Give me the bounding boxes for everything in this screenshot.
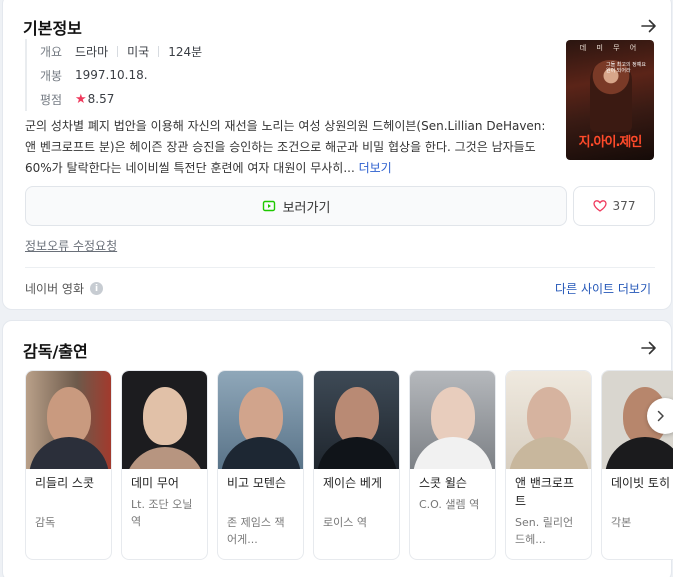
watch-label: 보러가기	[282, 200, 331, 216]
avatar	[218, 371, 303, 469]
cast-list: 리들리 스콧 감독 데미 무어 Lt. 조단 오닐 역 비고 모텐슨 존 제임스…	[25, 370, 673, 570]
avatar	[122, 371, 207, 469]
runtime-value: 124분	[168, 44, 203, 59]
poster-title: 지.아이.제인	[578, 135, 643, 150]
poster-top-text: 데 미 무 어	[579, 44, 641, 52]
report-error-link[interactable]: 정보오류 수정요청	[25, 237, 117, 254]
chevron-right-icon	[657, 410, 664, 422]
overview-label: 개요	[40, 44, 63, 59]
info-icon[interactable]: i	[90, 282, 104, 295]
source-text: 네이버 영화	[25, 282, 85, 296]
cast-item[interactable]: 데미 무어 Lt. 조단 오닐 역	[121, 370, 208, 560]
star-icon: ★	[75, 91, 87, 107]
release-row: 개봉 1997.10.18.	[40, 63, 202, 87]
cast-role: 감독	[35, 516, 56, 529]
release-label: 개봉	[40, 68, 63, 83]
synopsis-text: 군의 성차별 폐지 법안을 이용해 자신의 재선을 노리는 여성 상원의원 드헤…	[25, 119, 546, 175]
cast-role: 각본	[611, 516, 632, 529]
cast-name: 스콧 윌슨	[419, 476, 467, 490]
source-label: 네이버 영화 i	[25, 280, 104, 297]
rating-row: 평점 ★ 8.57	[40, 87, 202, 111]
genre-value: 드라마	[75, 44, 109, 59]
avatar	[314, 371, 399, 469]
basic-info-title: 기본정보	[23, 19, 82, 38]
divider	[117, 45, 119, 57]
cast-name: 비고 모텐슨	[227, 476, 287, 490]
cast-item[interactable]: 앤 밴크로프트 Sen. 릴리언 드헤...	[505, 370, 592, 560]
cast-item[interactable]: 스콧 윌슨 C.O. 샐렘 역	[409, 370, 496, 560]
cast-name: 데미 무어	[131, 476, 179, 490]
divider	[158, 45, 160, 57]
rating-label: 평점	[40, 92, 63, 107]
cast-section-title: 감독/출연	[23, 342, 88, 361]
watch-button[interactable]: 보러가기	[25, 186, 567, 226]
movie-poster[interactable]: 데 미 무 어 그들 최고의 정예요원이 되어라 지.아이.제인	[566, 40, 654, 160]
poster-tagline: 그들 최고의 정예요원이 되어라	[606, 62, 646, 74]
cast-card-section: 감독/출연 리들리 스콧 감독 데미 무어 Lt. 조단 오닐 역 비고 모텐슨…	[2, 320, 673, 577]
meta-info: 개요 드라마 미국 124분 개봉 1997.10.18. 평점 ★ 8.57	[25, 39, 202, 111]
cast-role: Sen. 릴리언 드헤...	[515, 516, 574, 546]
like-count: 377	[612, 199, 636, 213]
cast-name: 리들리 스콧	[35, 476, 95, 490]
avatar	[26, 371, 111, 469]
cast-role: 존 제임스 잭 어게...	[227, 516, 285, 546]
rating-value: 8.57	[87, 92, 115, 106]
play-icon	[262, 200, 275, 212]
release-date-value: 1997.10.18.	[75, 68, 148, 82]
synopsis: 군의 성차별 폐지 법안을 이용해 자신의 재선을 노리는 여성 상원의원 드헤…	[25, 116, 556, 179]
cast-name: 데이빗 토히	[611, 476, 671, 490]
cast-item[interactable]: 리들리 스콧 감독	[25, 370, 112, 560]
cast-role: 로이스 역	[323, 516, 367, 529]
cast-item[interactable]: 제이슨 베게 로이스 역	[313, 370, 400, 560]
other-sites-link[interactable]: 다른 사이트 더보기	[555, 280, 651, 297]
overview-row: 개요 드라마 미국 124분	[40, 39, 202, 63]
like-button[interactable]: 377	[573, 186, 655, 226]
avatar	[506, 371, 591, 469]
cast-arrow-icon[interactable]	[638, 337, 660, 359]
avatar	[410, 371, 495, 469]
cast-name: 앤 밴크로프트	[515, 476, 575, 508]
cast-role: Lt. 조단 오닐 역	[131, 498, 193, 528]
country-value: 미국	[127, 44, 150, 59]
heart-icon	[592, 200, 607, 212]
section-divider	[25, 267, 655, 268]
cast-name: 제이슨 베게	[323, 476, 383, 490]
cast-item[interactable]: 비고 모텐슨 존 제임스 잭 어게...	[217, 370, 304, 560]
cast-role: C.O. 샐렘 역	[419, 498, 480, 511]
basic-info-card: 기본정보 개요 드라마 미국 124분 개봉 1997.10.18. 평점 ★ …	[2, 0, 672, 310]
more-link[interactable]: 더보기	[359, 161, 392, 175]
basic-info-arrow-icon[interactable]	[638, 15, 660, 37]
